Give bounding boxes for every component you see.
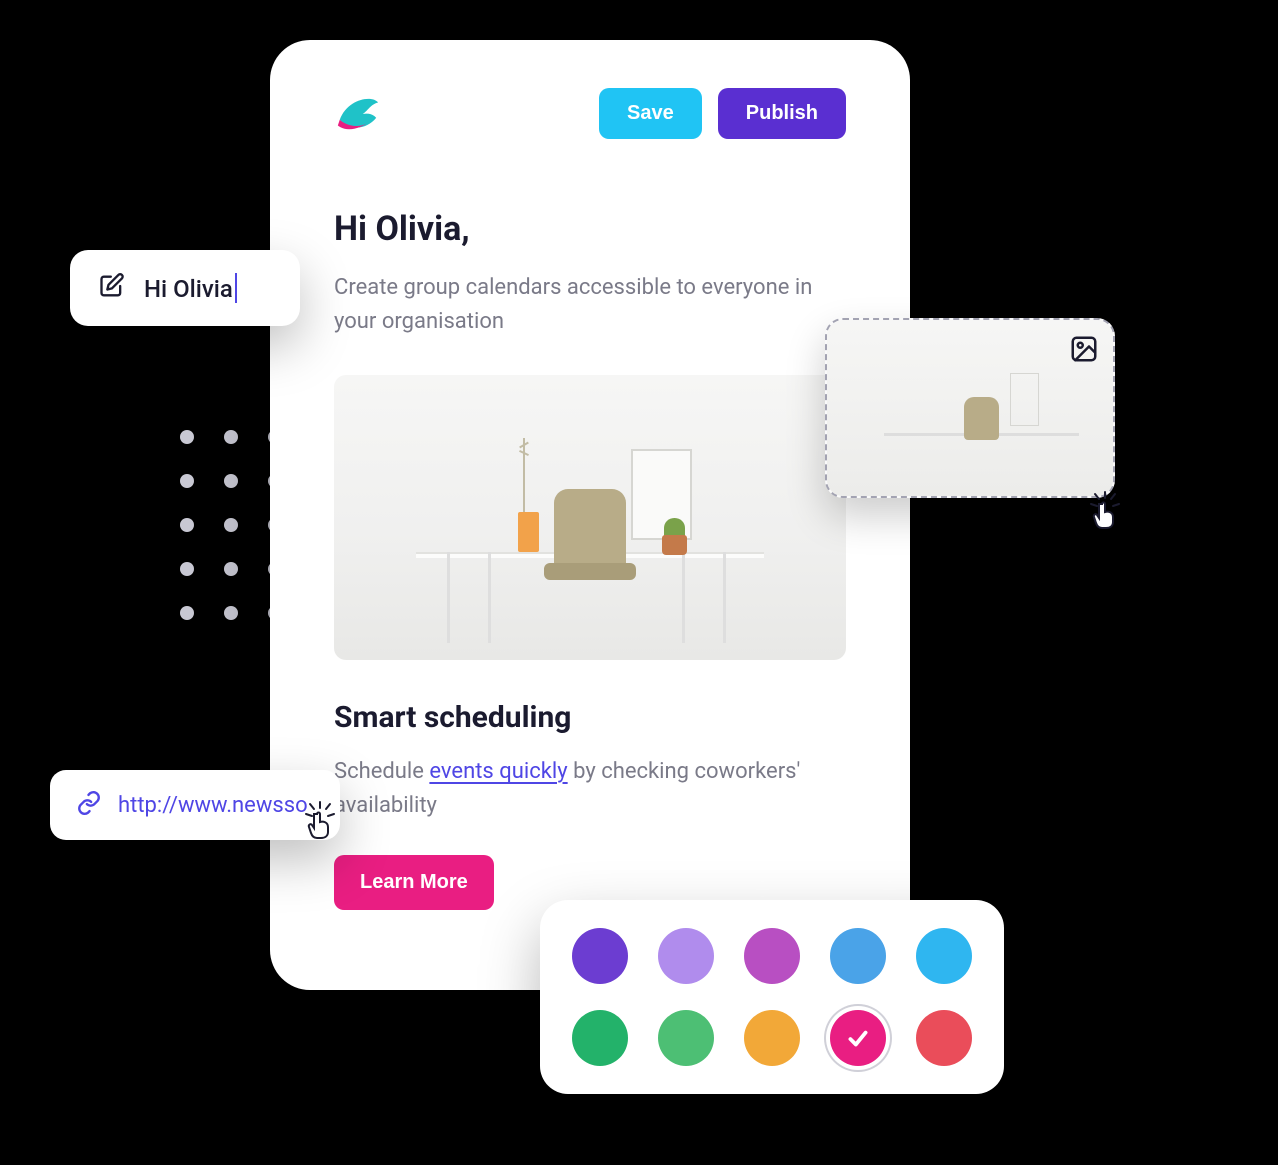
color-swatch[interactable]	[744, 928, 800, 984]
greeting-heading[interactable]: Hi Olivia,	[334, 209, 846, 249]
color-palette	[540, 900, 1004, 1094]
events-quickly-link[interactable]: events quickly	[429, 759, 567, 784]
color-swatch[interactable]	[658, 928, 714, 984]
bird-logo	[334, 91, 380, 137]
color-swatch[interactable]	[916, 1010, 972, 1066]
inline-text-value[interactable]: Hi Olivia	[144, 275, 233, 303]
color-swatch[interactable]	[572, 928, 628, 984]
section-title[interactable]: Smart scheduling	[334, 700, 846, 735]
hero-image[interactable]	[334, 375, 846, 660]
check-icon	[845, 1025, 871, 1051]
image-icon	[1069, 334, 1099, 368]
editor-card: Save Publish Hi Olivia, Create group cal…	[270, 40, 910, 990]
color-swatch[interactable]	[830, 928, 886, 984]
save-button[interactable]: Save	[599, 88, 702, 139]
image-dropzone[interactable]	[825, 318, 1115, 498]
inline-text-editor[interactable]: Hi Olivia	[70, 250, 300, 326]
color-swatch[interactable]	[658, 1010, 714, 1066]
link-icon	[76, 790, 102, 820]
link-url-input[interactable]: http://www.newsso	[118, 793, 308, 818]
color-swatch[interactable]	[830, 1010, 886, 1066]
edit-icon	[98, 272, 126, 304]
decorative-dot-grid	[180, 430, 282, 620]
greeting-subtext[interactable]: Create group calendars accessible to eve…	[334, 271, 846, 339]
publish-button[interactable]: Publish	[718, 88, 846, 139]
learn-more-button[interactable]: Learn More	[334, 855, 494, 910]
link-editor[interactable]: http://www.newsso	[50, 770, 340, 840]
color-swatch[interactable]	[916, 928, 972, 984]
color-swatch[interactable]	[572, 1010, 628, 1066]
section-body[interactable]: Schedule events quickly by checking cowo…	[334, 755, 846, 823]
color-swatch[interactable]	[744, 1010, 800, 1066]
text-caret	[235, 273, 237, 303]
